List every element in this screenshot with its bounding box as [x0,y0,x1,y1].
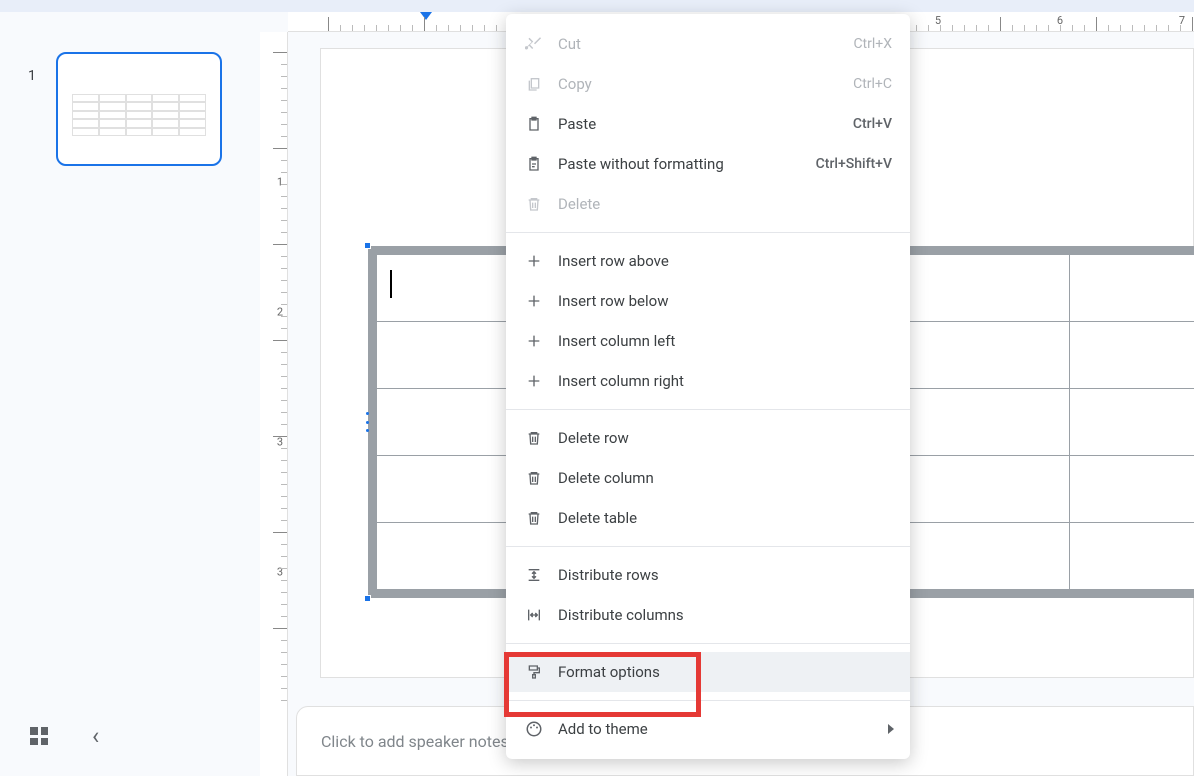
ruler-label: 1 [277,176,283,189]
plus-icon [524,251,544,271]
resize-handle-top-left[interactable] [364,242,371,249]
copy-icon [524,74,544,94]
vertical-ruler[interactable]: 1 2 3 3 [260,32,288,776]
menu-label: Distribute rows [558,566,892,584]
ruler-label: 3 [277,436,283,449]
menu-label: Delete column [558,469,892,487]
menu-label: Insert row above [558,252,892,270]
menu-distribute-rows[interactable]: Distribute rows [506,555,910,595]
plus-icon [524,331,544,351]
menu-delete: Delete [506,184,910,224]
menu-accelerator: Ctrl+C [853,76,892,92]
cut-icon [524,34,544,54]
menu-separator [506,232,910,233]
menu-label: Format options [558,663,892,681]
trash-icon [524,468,544,488]
menu-separator [506,700,910,701]
menu-separator [506,546,910,547]
text-cursor [390,270,392,298]
trash-icon [524,428,544,448]
menu-label: Paste without formatting [558,155,802,173]
menu-label: Add to theme [558,720,892,738]
paste-plain-icon [524,154,544,174]
speaker-notes-placeholder: Click to add speaker notes [321,732,509,751]
menu-delete-table[interactable]: Delete table [506,498,910,538]
menu-accelerator: Ctrl+Shift+V [816,156,892,172]
thumbnail-table [72,94,206,136]
menu-label: Delete table [558,509,892,527]
submenu-arrow-icon [888,724,894,734]
context-menu: Cut Ctrl+X Copy Ctrl+C Paste Ctrl+V Past… [506,14,910,759]
menu-label: Delete row [558,429,892,447]
menu-label: Copy [558,75,839,93]
menu-format-options[interactable]: Format options [506,652,910,692]
menu-accelerator: Ctrl+X [853,36,892,52]
distribute-columns-icon [524,605,544,625]
resize-handle-bottom-left[interactable] [364,595,371,602]
trash-icon [524,194,544,214]
menu-insert-column-right[interactable]: Insert column right [506,361,910,401]
plus-icon [524,371,544,391]
menu-insert-row-above[interactable]: Insert row above [506,241,910,281]
distribute-rows-icon [524,565,544,585]
menu-accelerator: Ctrl+V [853,116,892,132]
toolbar-area [0,0,1194,12]
menu-separator [506,409,910,410]
indent-marker-icon[interactable] [420,12,432,20]
slide-number: 1 [28,68,36,84]
menu-label: Paste [558,115,839,133]
grid-view-icon[interactable] [30,727,48,745]
menu-label: Distribute columns [558,606,892,624]
menu-cut: Cut Ctrl+X [506,24,910,64]
menu-paste-without-formatting[interactable]: Paste without formatting Ctrl+Shift+V [506,144,910,184]
paint-roller-icon [524,662,544,682]
plus-icon [524,291,544,311]
slide-panel: 1 [0,12,260,776]
menu-copy: Copy Ctrl+C [506,64,910,104]
menu-distribute-columns[interactable]: Distribute columns [506,595,910,635]
menu-separator [506,643,910,644]
menu-insert-row-below[interactable]: Insert row below [506,281,910,321]
slide-thumbnail-1[interactable] [56,52,222,166]
menu-label: Cut [558,35,839,53]
menu-insert-column-left[interactable]: Insert column left [506,321,910,361]
palette-icon [524,719,544,739]
row-drag-handle[interactable] [364,412,370,432]
menu-label: Delete [558,195,892,213]
trash-icon [524,508,544,528]
menu-add-to-theme[interactable]: Add to theme [506,709,910,749]
menu-label: Insert column right [558,372,892,390]
menu-label: Insert column left [558,332,892,350]
menu-delete-row[interactable]: Delete row [506,418,910,458]
menu-delete-column[interactable]: Delete column [506,458,910,498]
prev-slide-icon[interactable] [92,722,99,750]
bottom-controls [30,722,99,750]
menu-paste[interactable]: Paste Ctrl+V [506,104,910,144]
paste-icon [524,114,544,134]
menu-label: Insert row below [558,292,892,310]
